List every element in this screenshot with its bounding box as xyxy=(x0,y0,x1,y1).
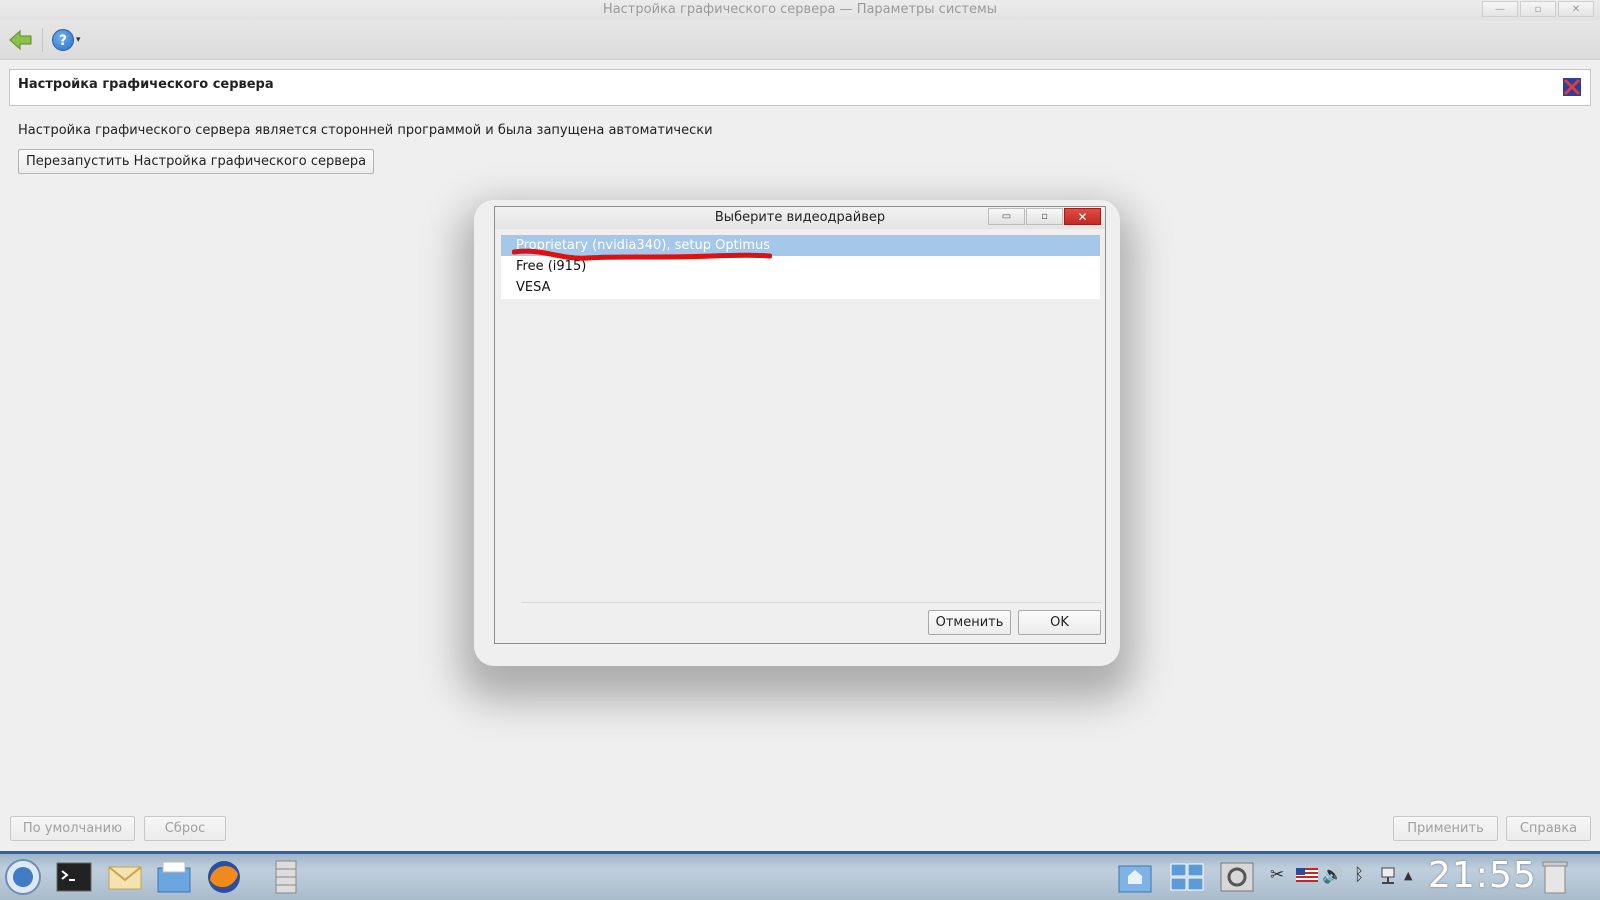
mail-icon[interactable] xyxy=(106,858,144,896)
help-menu-button[interactable]: ? ▾ xyxy=(52,28,86,52)
start-menu-icon[interactable] xyxy=(4,858,42,896)
toolbar: ? ▾ xyxy=(0,20,1600,60)
volume-icon[interactable]: 🔊 xyxy=(1322,865,1343,885)
bluetooth-icon[interactable]: ᛒ xyxy=(1354,865,1364,885)
us-flag-icon[interactable] xyxy=(1296,868,1318,882)
window-minimize-button[interactable]: — xyxy=(1482,1,1518,17)
file-manager-icon[interactable] xyxy=(155,858,193,896)
home-folder-icon[interactable] xyxy=(1116,858,1154,896)
dialog-title: Выберите видеодрайвер xyxy=(714,210,886,225)
window-title: Настройка графического сервера — Парамет… xyxy=(602,2,998,17)
dialog-titlebar: Выберите видеодрайвер ▭ ▫ ✕ xyxy=(495,207,1105,229)
defaults-button[interactable]: По умолчанию xyxy=(10,816,135,841)
back-arrow-icon xyxy=(9,29,32,51)
back-button[interactable] xyxy=(8,28,34,52)
network-icon[interactable] xyxy=(1378,866,1398,886)
archive-icon[interactable] xyxy=(267,858,305,896)
system-settings-icon[interactable] xyxy=(1218,858,1256,896)
taskbar: ✂ 🔊 ᛒ ▲ 21:55 xyxy=(0,851,1600,900)
red-underline-annotation xyxy=(512,248,772,261)
driver-dialog: Выберите видеодрайвер ▭ ▫ ✕ Proprietary … xyxy=(494,206,1106,644)
scissors-icon[interactable]: ✂ xyxy=(1270,865,1284,885)
window-maximize-button[interactable]: ▫ xyxy=(1520,1,1556,17)
window-close-button[interactable]: ✕ xyxy=(1558,1,1594,17)
info-text: Настройка графического сервера является … xyxy=(18,123,713,138)
cancel-button[interactable]: Отменить xyxy=(928,610,1011,635)
tray-expand-icon[interactable]: ▲ xyxy=(1404,869,1412,882)
apply-button[interactable]: Применить xyxy=(1393,816,1498,841)
page-title: Настройка графического сервера xyxy=(18,77,274,92)
clock[interactable]: 21:55 xyxy=(1428,855,1537,896)
chevron-down-icon: ▾ xyxy=(76,35,81,45)
dialog-separator xyxy=(521,602,1101,603)
toolbar-separator xyxy=(42,28,43,52)
ok-button[interactable]: OK xyxy=(1018,610,1101,635)
terminal-icon[interactable] xyxy=(55,858,93,896)
module-header: Настройка графического сервера xyxy=(9,69,1591,106)
window-switcher-icon[interactable] xyxy=(1168,858,1206,896)
firefox-icon[interactable] xyxy=(205,858,243,896)
help-icon: ? xyxy=(52,29,74,51)
restart-button[interactable]: Перезапустить Настройка графического сер… xyxy=(18,149,375,174)
reset-button[interactable]: Сброс xyxy=(144,816,226,841)
window-titlebar: Настройка графического сервера — Парамет… xyxy=(0,0,1600,20)
driver-item-vesa[interactable]: VESA xyxy=(501,277,1100,298)
dialog-close-button[interactable]: ✕ xyxy=(1064,208,1101,225)
dialog-maximize-button[interactable]: ▫ xyxy=(1026,208,1063,225)
xorg-logo-icon xyxy=(1563,78,1581,96)
trash-icon[interactable] xyxy=(1536,858,1574,896)
dialog-minimize-button[interactable]: ▭ xyxy=(988,208,1025,225)
help-button[interactable]: Справка xyxy=(1506,816,1591,841)
